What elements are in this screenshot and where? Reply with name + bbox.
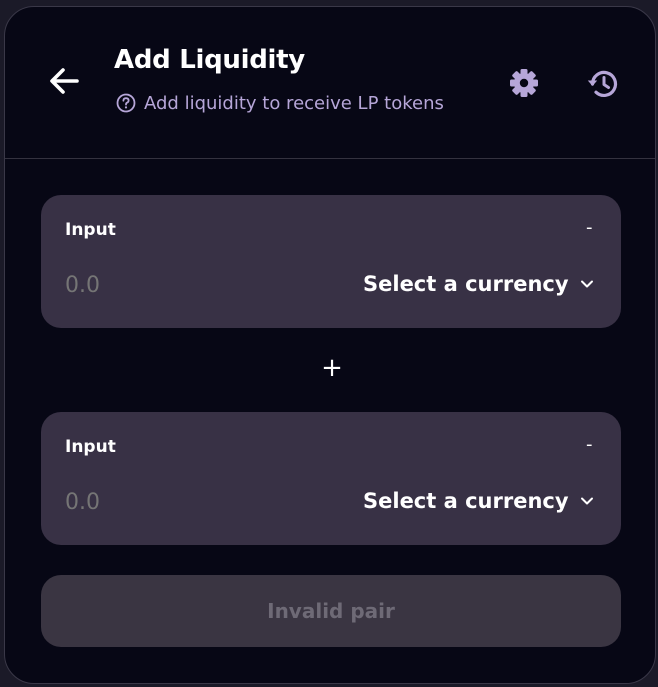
currency-select-button[interactable]: Select a currency (363, 489, 595, 513)
arrow-left-icon (50, 68, 79, 94)
history-button[interactable] (585, 67, 621, 101)
chevron-down-icon (580, 280, 593, 288)
history-icon (587, 70, 618, 98)
currency-select-label: Select a currency (363, 272, 569, 296)
back-button[interactable] (45, 61, 85, 101)
add-liquidity-card: Add Liquidity Add liquidity to receive L… (4, 6, 656, 684)
question-circle-icon[interactable] (115, 92, 137, 114)
subtitle-text: Add liquidity to receive LP tokens (144, 92, 444, 114)
gear-icon (510, 69, 538, 97)
card-header: Add Liquidity Add liquidity to receive L… (5, 7, 655, 159)
chevron-down-icon (580, 497, 593, 505)
amount-input[interactable] (65, 490, 275, 515)
balance-value: - (586, 217, 593, 238)
currency-select-button[interactable]: Select a currency (363, 272, 595, 296)
balance-value: - (586, 434, 593, 455)
page-title: Add Liquidity (114, 45, 305, 75)
settings-button[interactable] (508, 67, 540, 99)
input-label: Input (65, 437, 116, 457)
currency-select-label: Select a currency (363, 489, 569, 513)
token-input-panel-1: Input - Select a currency (41, 195, 621, 328)
amount-input[interactable] (65, 273, 275, 298)
invalid-pair-button[interactable]: Invalid pair (41, 575, 621, 647)
page-subtitle: Add liquidity to receive LP tokens (115, 92, 444, 114)
plus-separator: + (321, 353, 343, 383)
input-label: Input (65, 220, 116, 240)
token-input-panel-2: Input - Select a currency (41, 412, 621, 545)
